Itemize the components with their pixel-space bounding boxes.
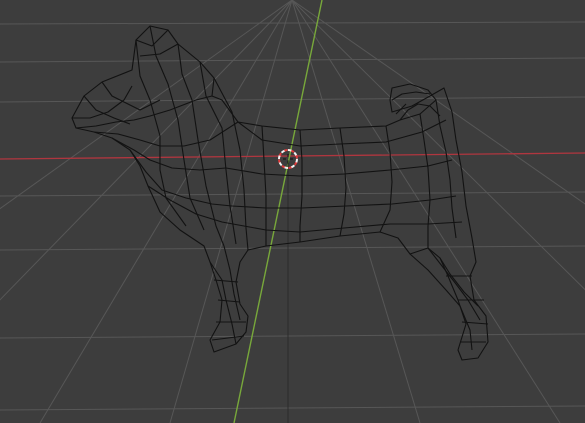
grid-floor — [0, 0, 585, 423]
y-axis-line — [233, 0, 323, 423]
3d-viewport[interactable] — [0, 0, 585, 423]
x-axis-line — [0, 152, 585, 160]
viewport-canvas[interactable] — [0, 0, 585, 423]
